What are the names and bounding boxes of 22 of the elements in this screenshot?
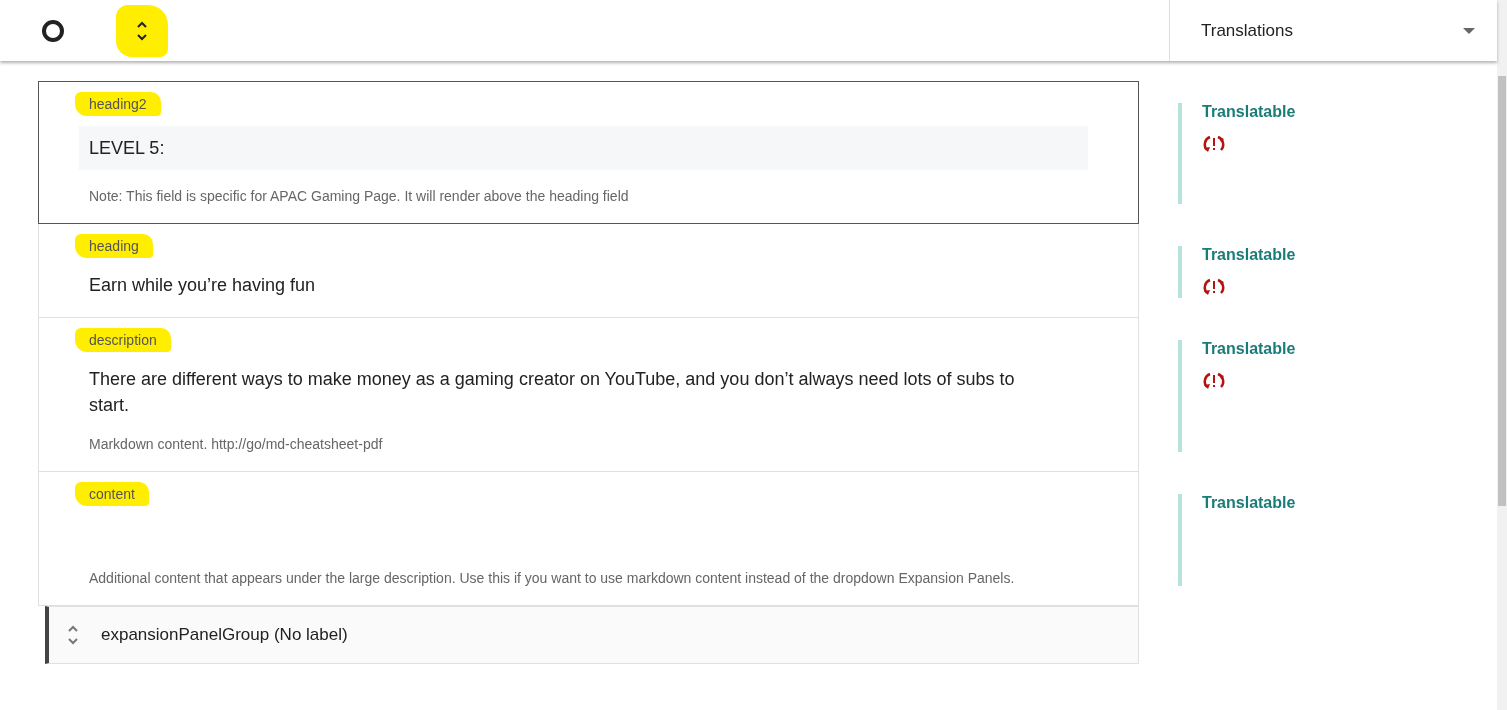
- field-label: content: [75, 482, 149, 506]
- field-label: heading2: [75, 92, 161, 116]
- field-value[interactable]: Earn while you’re having fun: [89, 272, 1059, 298]
- translatable-label: Translatable: [1202, 340, 1297, 358]
- field-label: description: [75, 328, 171, 352]
- field-card[interactable]: heading2 LEVEL 5: Note: This field is specific for APAC Gaming Page. It will render above the heading field: [38, 81, 1139, 224]
- field-note: Note: This field is specific for APAC Gaming Page. It will render above the heading field: [89, 187, 630, 206]
- field-value[interactable]: LEVEL 5:: [79, 126, 1088, 170]
- translatable-label: Translatable: [1202, 103, 1297, 121]
- field-note: Additional content that appears under the large description. Use this if you want to use markdown content instead of the dropdown Expansion Panels.: [89, 569, 1016, 588]
- field-label: heading: [75, 234, 153, 258]
- translatable-label: Translatable: [1202, 494, 1297, 512]
- field-card[interactable]: description There are different ways to make money as a gaming creator on YouTube, and you don’t always need lots of subs to start. Markdown content. http://go/md-cheatsheet-pdf: [38, 318, 1139, 472]
- translations-dropdown[interactable]: Translations: [1169, 0, 1497, 61]
- expansion-panel-group[interactable]: expansionPanelGroup (No label): [45, 606, 1139, 664]
- circle-icon[interactable]: [42, 19, 64, 42]
- expand-collapse-icon[interactable]: [136, 19, 148, 42]
- field-value[interactable]: There are different ways to make money as a gaming creator on YouTube, and you don’t always need lots of subs to start.: [89, 366, 1059, 418]
- translatable-label: Translatable: [1202, 246, 1297, 264]
- field-note: Markdown content. http://go/md-cheatsheet-pdf: [89, 435, 384, 454]
- caret-icon: [1463, 27, 1475, 34]
- field-card[interactable]: heading Earn while you’re having fun: [38, 224, 1139, 318]
